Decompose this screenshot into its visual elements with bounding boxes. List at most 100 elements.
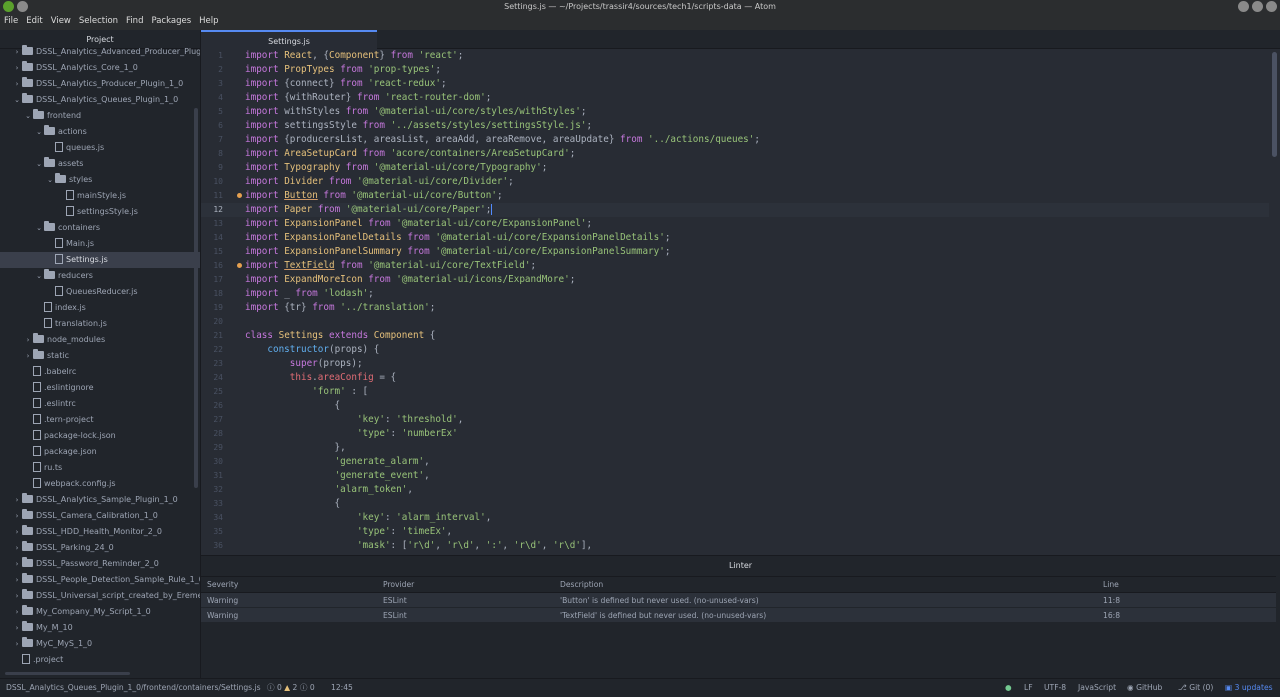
menu-view[interactable]: View <box>47 13 75 30</box>
tree-folder[interactable]: ⌄ containers <box>0 220 200 236</box>
code-line[interactable]: 32 'alarm_token', <box>201 483 1269 497</box>
col-line[interactable]: Line <box>1097 576 1276 593</box>
code-line[interactable]: 23 super(props); <box>201 357 1269 371</box>
code-line[interactable]: 25 'form' : [ <box>201 385 1269 399</box>
table-row[interactable]: Warning ESLint 'TextField' is defined bu… <box>201 607 1276 623</box>
code-line[interactable]: 20 <box>201 315 1269 329</box>
close-icon[interactable] <box>1266 1 1277 12</box>
code-line[interactable]: 10 import Divider from '@material-ui/core… <box>201 175 1269 189</box>
col-description[interactable]: Description <box>554 576 1097 593</box>
tree-folder[interactable]: ⌄ DSSL_Analytics_Queues_Plugin_1_0 <box>0 92 200 108</box>
tree-folder[interactable]: › DSSL_HDD_Health_Monitor_2_0 <box>0 524 200 540</box>
code-line[interactable]: 5 import withStyles from '@material-ui/co… <box>201 105 1269 119</box>
code-line[interactable]: 33 { <box>201 497 1269 511</box>
tree-folder[interactable]: › DSSL_Camera_Calibration_1_0 <box>0 508 200 524</box>
menu-file[interactable]: File <box>0 13 22 30</box>
tree-file[interactable]: .tern-project <box>0 412 200 428</box>
github-button[interactable]: ◉ GitHub <box>1127 679 1162 697</box>
code-line[interactable]: 36 'mask': ['r\d', 'r\d', ':', 'r\d', 'r… <box>201 539 1269 553</box>
code-line[interactable]: 16 import TextField from '@material-ui/co… <box>201 259 1269 273</box>
code-line[interactable]: 4 import {withRouter} from 'react-router-… <box>201 91 1269 105</box>
git-button[interactable]: ⎇ Git (0) <box>1178 679 1213 697</box>
tree-folder[interactable]: › DSSL_Analytics_Core_1_0 <box>0 60 200 76</box>
tree-scrollbar[interactable] <box>194 108 198 488</box>
tree-folder[interactable]: › DSSL_Analytics_Advanced_Producer_Plugi <box>0 44 200 60</box>
code-line[interactable]: 18 import _ from 'lodash'; <box>201 287 1269 301</box>
tree-file[interactable]: QueuesReducer.js <box>0 284 200 300</box>
row-line[interactable]: 11:8 <box>1097 592 1276 608</box>
col-severity[interactable]: Severity <box>201 576 377 593</box>
tree-file[interactable]: .babelrc <box>0 364 200 380</box>
tree-folder[interactable]: › static <box>0 348 200 364</box>
code-line[interactable]: 13 import ExpansionPanel from '@material-… <box>201 217 1269 231</box>
menu-packages[interactable]: Packages <box>147 13 195 30</box>
code-editor[interactable]: 1 import React, {Component} from 'react';… <box>201 49 1269 555</box>
code-line[interactable]: 14 import ExpansionPanelDetails from '@ma… <box>201 231 1269 245</box>
code-line[interactable]: 24 this.areaConfig = { <box>201 371 1269 385</box>
tree-folder[interactable]: › DSSL_Analytics_Producer_Plugin_1_0 <box>0 76 200 92</box>
tree-folder[interactable]: › MyC_MyS_1_0 <box>0 636 200 652</box>
line-ending[interactable]: LF <box>1024 679 1033 697</box>
code-line[interactable]: 2 import PropTypes from 'prop-types'; <box>201 63 1269 77</box>
tree-folder[interactable]: › My_M_10 <box>0 620 200 636</box>
tree-folder[interactable]: › node_modules <box>0 332 200 348</box>
tree-folder[interactable]: ⌄ frontend <box>0 108 200 124</box>
tree-file[interactable]: translation.js <box>0 316 200 332</box>
grammar-selector[interactable]: JavaScript <box>1078 679 1116 697</box>
tree-folder[interactable]: ⌄ styles <box>0 172 200 188</box>
code-line[interactable]: 17 import ExpandMoreIcon from '@material-… <box>201 273 1269 287</box>
tree-file[interactable]: mainStyle.js <box>0 188 200 204</box>
menu-find[interactable]: Find <box>122 13 147 30</box>
tree-folder[interactable]: › DSSL_Universal_script_created_by_Eremei <box>0 588 200 604</box>
code-line[interactable]: 1 import React, {Component} from 'react'; <box>201 49 1269 63</box>
tree-folder[interactable]: › DSSL_Parking_24_0 <box>0 540 200 556</box>
tree-hscrollbar[interactable] <box>5 672 130 675</box>
code-line[interactable]: 21 class Settings extends Component { <box>201 329 1269 343</box>
code-line[interactable]: 12 import Paper from '@material-ui/core/P… <box>201 203 1269 217</box>
tree-folder[interactable]: ⌄ actions <box>0 124 200 140</box>
code-line[interactable]: 3 import {connect} from 'react-redux'; <box>201 77 1269 91</box>
lint-warning-dot-icon[interactable] <box>237 193 242 198</box>
code-line[interactable]: 29 }, <box>201 441 1269 455</box>
cursor-position[interactable]: 12:45 <box>331 679 353 697</box>
code-line[interactable]: 34 'key': 'alarm_interval', <box>201 511 1269 525</box>
tree-file[interactable]: .project <box>0 652 200 668</box>
code-line[interactable]: 6 import settingsStyle from '../assets/st… <box>201 119 1269 133</box>
code-line[interactable]: 26 { <box>201 399 1269 413</box>
code-line[interactable]: 9 import Typography from '@material-ui/co… <box>201 161 1269 175</box>
linter-status[interactable]: ⓘ 0 ▲ 2 ⓘ 0 <box>267 679 315 697</box>
code-line[interactable]: 30 'generate_alarm', <box>201 455 1269 469</box>
tree-file[interactable]: .eslintignore <box>0 380 200 396</box>
tree-file[interactable]: ru.ts <box>0 460 200 476</box>
tree-file[interactable]: Main.js <box>0 236 200 252</box>
code-line[interactable]: 8 import AreaSetupCard from 'acore/contai… <box>201 147 1269 161</box>
tree-file[interactable]: settingsStyle.js <box>0 204 200 220</box>
tree-folder[interactable]: ⌄ assets <box>0 156 200 172</box>
tree-folder[interactable]: › My_Company_My_Script_1_0 <box>0 604 200 620</box>
tree-folder[interactable]: › DSSL_Password_Reminder_2_0 <box>0 556 200 572</box>
tree-file[interactable]: .eslintrc <box>0 396 200 412</box>
code-line[interactable]: 19 import {tr} from '../translation'; <box>201 301 1269 315</box>
tree-file[interactable]: webpack.config.js <box>0 476 200 492</box>
status-file-path[interactable]: DSSL_Analytics_Queues_Plugin_1_0/fronten… <box>6 679 261 697</box>
tree-file[interactable]: package-lock.json <box>0 428 200 444</box>
col-provider[interactable]: Provider <box>377 576 554 593</box>
tab-settings-js[interactable]: Settings.js <box>201 30 377 49</box>
tree-file[interactable]: queues.js <box>0 140 200 156</box>
code-line[interactable]: 11 import Button from '@material-ui/core/… <box>201 189 1269 203</box>
tree-file[interactable]: index.js <box>0 300 200 316</box>
code-line[interactable]: 22 constructor(props) { <box>201 343 1269 357</box>
menu-edit[interactable]: Edit <box>22 13 46 30</box>
window-menu-icon[interactable] <box>3 1 14 12</box>
window-pin-icon[interactable] <box>17 1 28 12</box>
menu-help[interactable]: Help <box>195 13 222 30</box>
tree-file[interactable]: Settings.js <box>0 252 200 268</box>
code-line[interactable]: 35 'type': 'timeEx', <box>201 525 1269 539</box>
code-line[interactable]: 27 'key': 'threshold', <box>201 413 1269 427</box>
code-line[interactable]: 31 'generate_event', <box>201 469 1269 483</box>
updates-button[interactable]: ▣ 3 updates <box>1225 679 1273 697</box>
tree-folder[interactable]: › DSSL_People_Detection_Sample_Rule_1_0 <box>0 572 200 588</box>
code-line[interactable]: 15 import ExpansionPanelSummary from '@ma… <box>201 245 1269 259</box>
code-line[interactable]: 7 import {producersList, areasList, areaA… <box>201 133 1269 147</box>
tree-folder[interactable]: ⌄ reducers <box>0 268 200 284</box>
